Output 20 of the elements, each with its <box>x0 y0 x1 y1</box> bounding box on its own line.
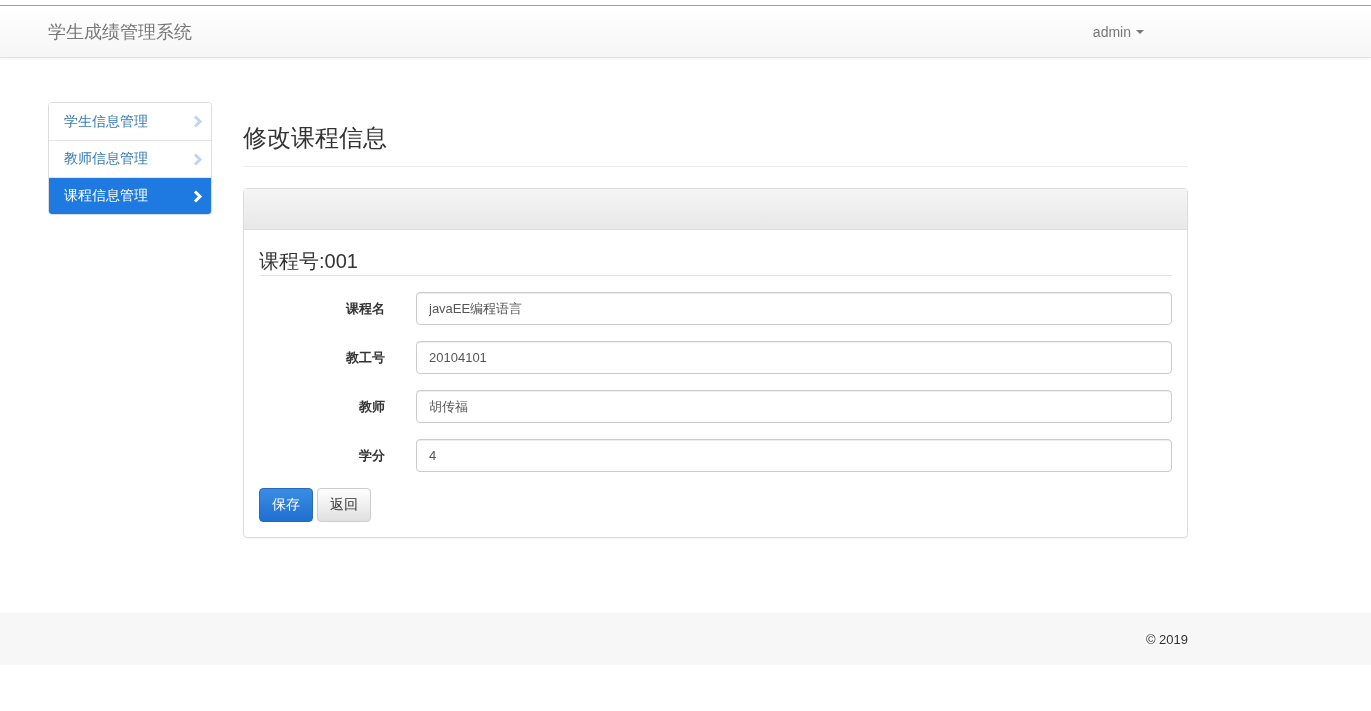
chevron-icon <box>193 189 203 203</box>
input-field[interactable]: 20104101 <box>416 341 1172 374</box>
caret-icon <box>1136 29 1144 34</box>
save-button[interactable]: 保存 <box>259 488 313 522</box>
field-label: 课程名 <box>344 299 385 318</box>
page-title: 修改课程信息 <box>243 122 1188 167</box>
brand-title: 学生成绩管理系统 <box>48 20 192 44</box>
field-label: 学分 <box>358 446 385 465</box>
back-button[interactable]: 返回 <box>317 488 371 522</box>
course-id-heading: 课程号:001 <box>259 248 1172 276</box>
field-label: 教师 <box>358 397 385 416</box>
sidebar-item[interactable]: 课程信息管理 <box>49 177 211 214</box>
chevron-icon <box>193 152 203 166</box>
input-field[interactable]: 胡传福 <box>416 390 1172 423</box>
input-field[interactable]: 4 <box>416 439 1172 472</box>
user-menu[interactable]: admin <box>1092 23 1144 40</box>
copyright-text: © 2019 <box>1145 632 1188 647</box>
chevron-icon <box>193 115 203 128</box>
field-label: 教工号 <box>345 348 385 367</box>
input-field[interactable]: javaEE编程语言 <box>416 292 1172 325</box>
